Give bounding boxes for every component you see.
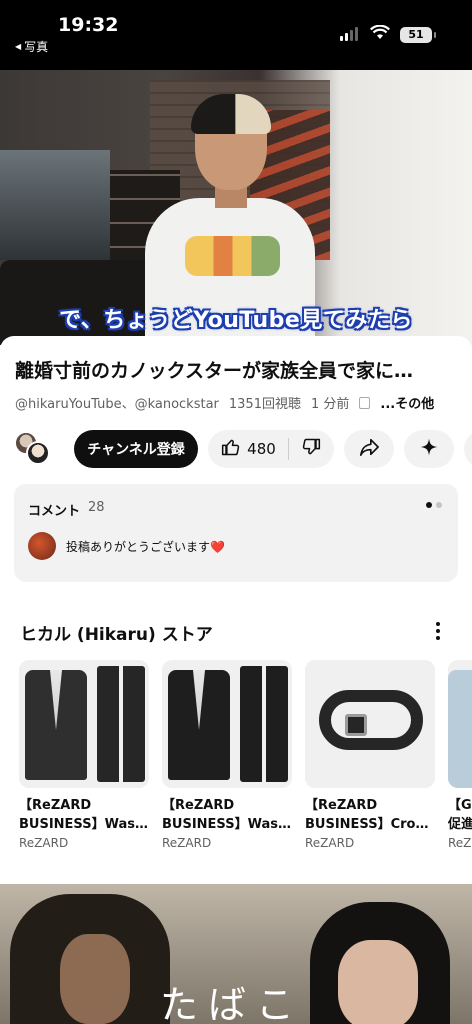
share-button[interactable]: [344, 430, 394, 468]
comments-label: コメント: [28, 504, 81, 519]
comments-section[interactable]: コメント 28 投稿ありがとうございます❤️: [14, 484, 458, 582]
more-actions-button[interactable]: [464, 430, 472, 468]
thumbs-down-icon: [301, 437, 321, 461]
next-video-caption: たばこ: [160, 983, 305, 1024]
like-dislike-group: 480: [208, 430, 334, 468]
product-image: [305, 660, 435, 788]
cellular-signal-icon: [340, 27, 358, 41]
like-button[interactable]: 480: [209, 430, 288, 468]
product-name-line: BUSINESS】Cro…: [305, 817, 429, 832]
product-brand: ReZARD: [19, 836, 69, 850]
upload-time: 1 分前: [310, 397, 350, 412]
store-product[interactable]: 【ReZARD BUSINESS】Cro… ReZARD: [305, 660, 435, 850]
video-title[interactable]: 離婚寸前のカノックスターが家族全員で家に…: [15, 356, 455, 383]
product-name-line: 【ReZARD: [162, 798, 235, 813]
video-caption: で、ちょうどYouTube見てみたら: [59, 308, 413, 333]
channel-avatars[interactable]: [14, 431, 50, 465]
back-to-photos[interactable]: ◀ 写真: [15, 38, 48, 55]
clock: 19:32: [58, 14, 119, 36]
back-arrow-icon: ◀: [15, 42, 22, 51]
clipboard-icon: [359, 396, 371, 409]
product-image: [19, 660, 149, 788]
next-video-thumbnail[interactable]: たばこ: [0, 884, 472, 1024]
product-name-line: BUSINESS】Was…: [162, 817, 291, 832]
product-name-line: 【ReZARD: [19, 798, 92, 813]
product-name-line: BUSINESS】Was…: [19, 817, 148, 832]
channel-handles: @hikaruYouTube、@kanockstar: [15, 397, 219, 412]
action-bar: チャンネル登録 480: [14, 429, 472, 469]
store-product[interactable]: 【ReZARD BUSINESS】Was… ReZARD: [19, 660, 149, 850]
wifi-icon: [370, 24, 390, 45]
avatar: [26, 441, 50, 465]
share-icon: [358, 437, 380, 461]
video-details-sheet: 離婚寸前のカノックスターが家族全員で家に… @hikaruYouTube、@ka…: [0, 336, 472, 1024]
store-product[interactable]: 【Go 促進 ReZ: [448, 660, 472, 850]
top-comment-text: 投稿ありがとうございます❤️: [66, 539, 225, 554]
product-brand: ReZARD: [305, 836, 355, 850]
thumbs-up-icon: [221, 437, 241, 461]
product-brand: ReZARD: [162, 836, 212, 850]
more-link[interactable]: ...その他: [380, 393, 434, 412]
product-name-line: 【ReZARD: [305, 798, 378, 813]
status-bar: 19:32 ◀ 写真 51: [0, 0, 472, 70]
store-title: ヒカル (Hikaru) ストア: [20, 625, 213, 645]
ask-ai-button[interactable]: [404, 430, 454, 468]
comments-count: 28: [88, 500, 105, 515]
video-meta[interactable]: @hikaruYouTube、@kanockstar 1351回視聴 1 分前 …: [15, 393, 465, 412]
product-name-line: 促進: [448, 817, 472, 832]
carousel-dots: [426, 502, 442, 508]
store-product[interactable]: 【ReZARD BUSINESS】Was… ReZARD: [162, 660, 292, 850]
dislike-button[interactable]: [289, 430, 333, 468]
battery-icon: 51: [400, 27, 436, 43]
product-name-line: 【Go: [448, 798, 472, 813]
sparkle-icon: [419, 437, 439, 461]
back-label: 写真: [24, 40, 49, 54]
like-count: 480: [247, 440, 276, 458]
product-image: [448, 660, 472, 788]
avatar: [28, 532, 56, 560]
product-brand: ReZ: [448, 836, 472, 850]
kebab-menu-icon[interactable]: [432, 620, 444, 642]
view-count: 1351回視聴: [228, 397, 301, 412]
video-player[interactable]: で、ちょうどYouTube見てみたら: [0, 70, 472, 345]
product-image: [162, 660, 292, 788]
subscribe-button[interactable]: チャンネル登録: [74, 430, 198, 468]
